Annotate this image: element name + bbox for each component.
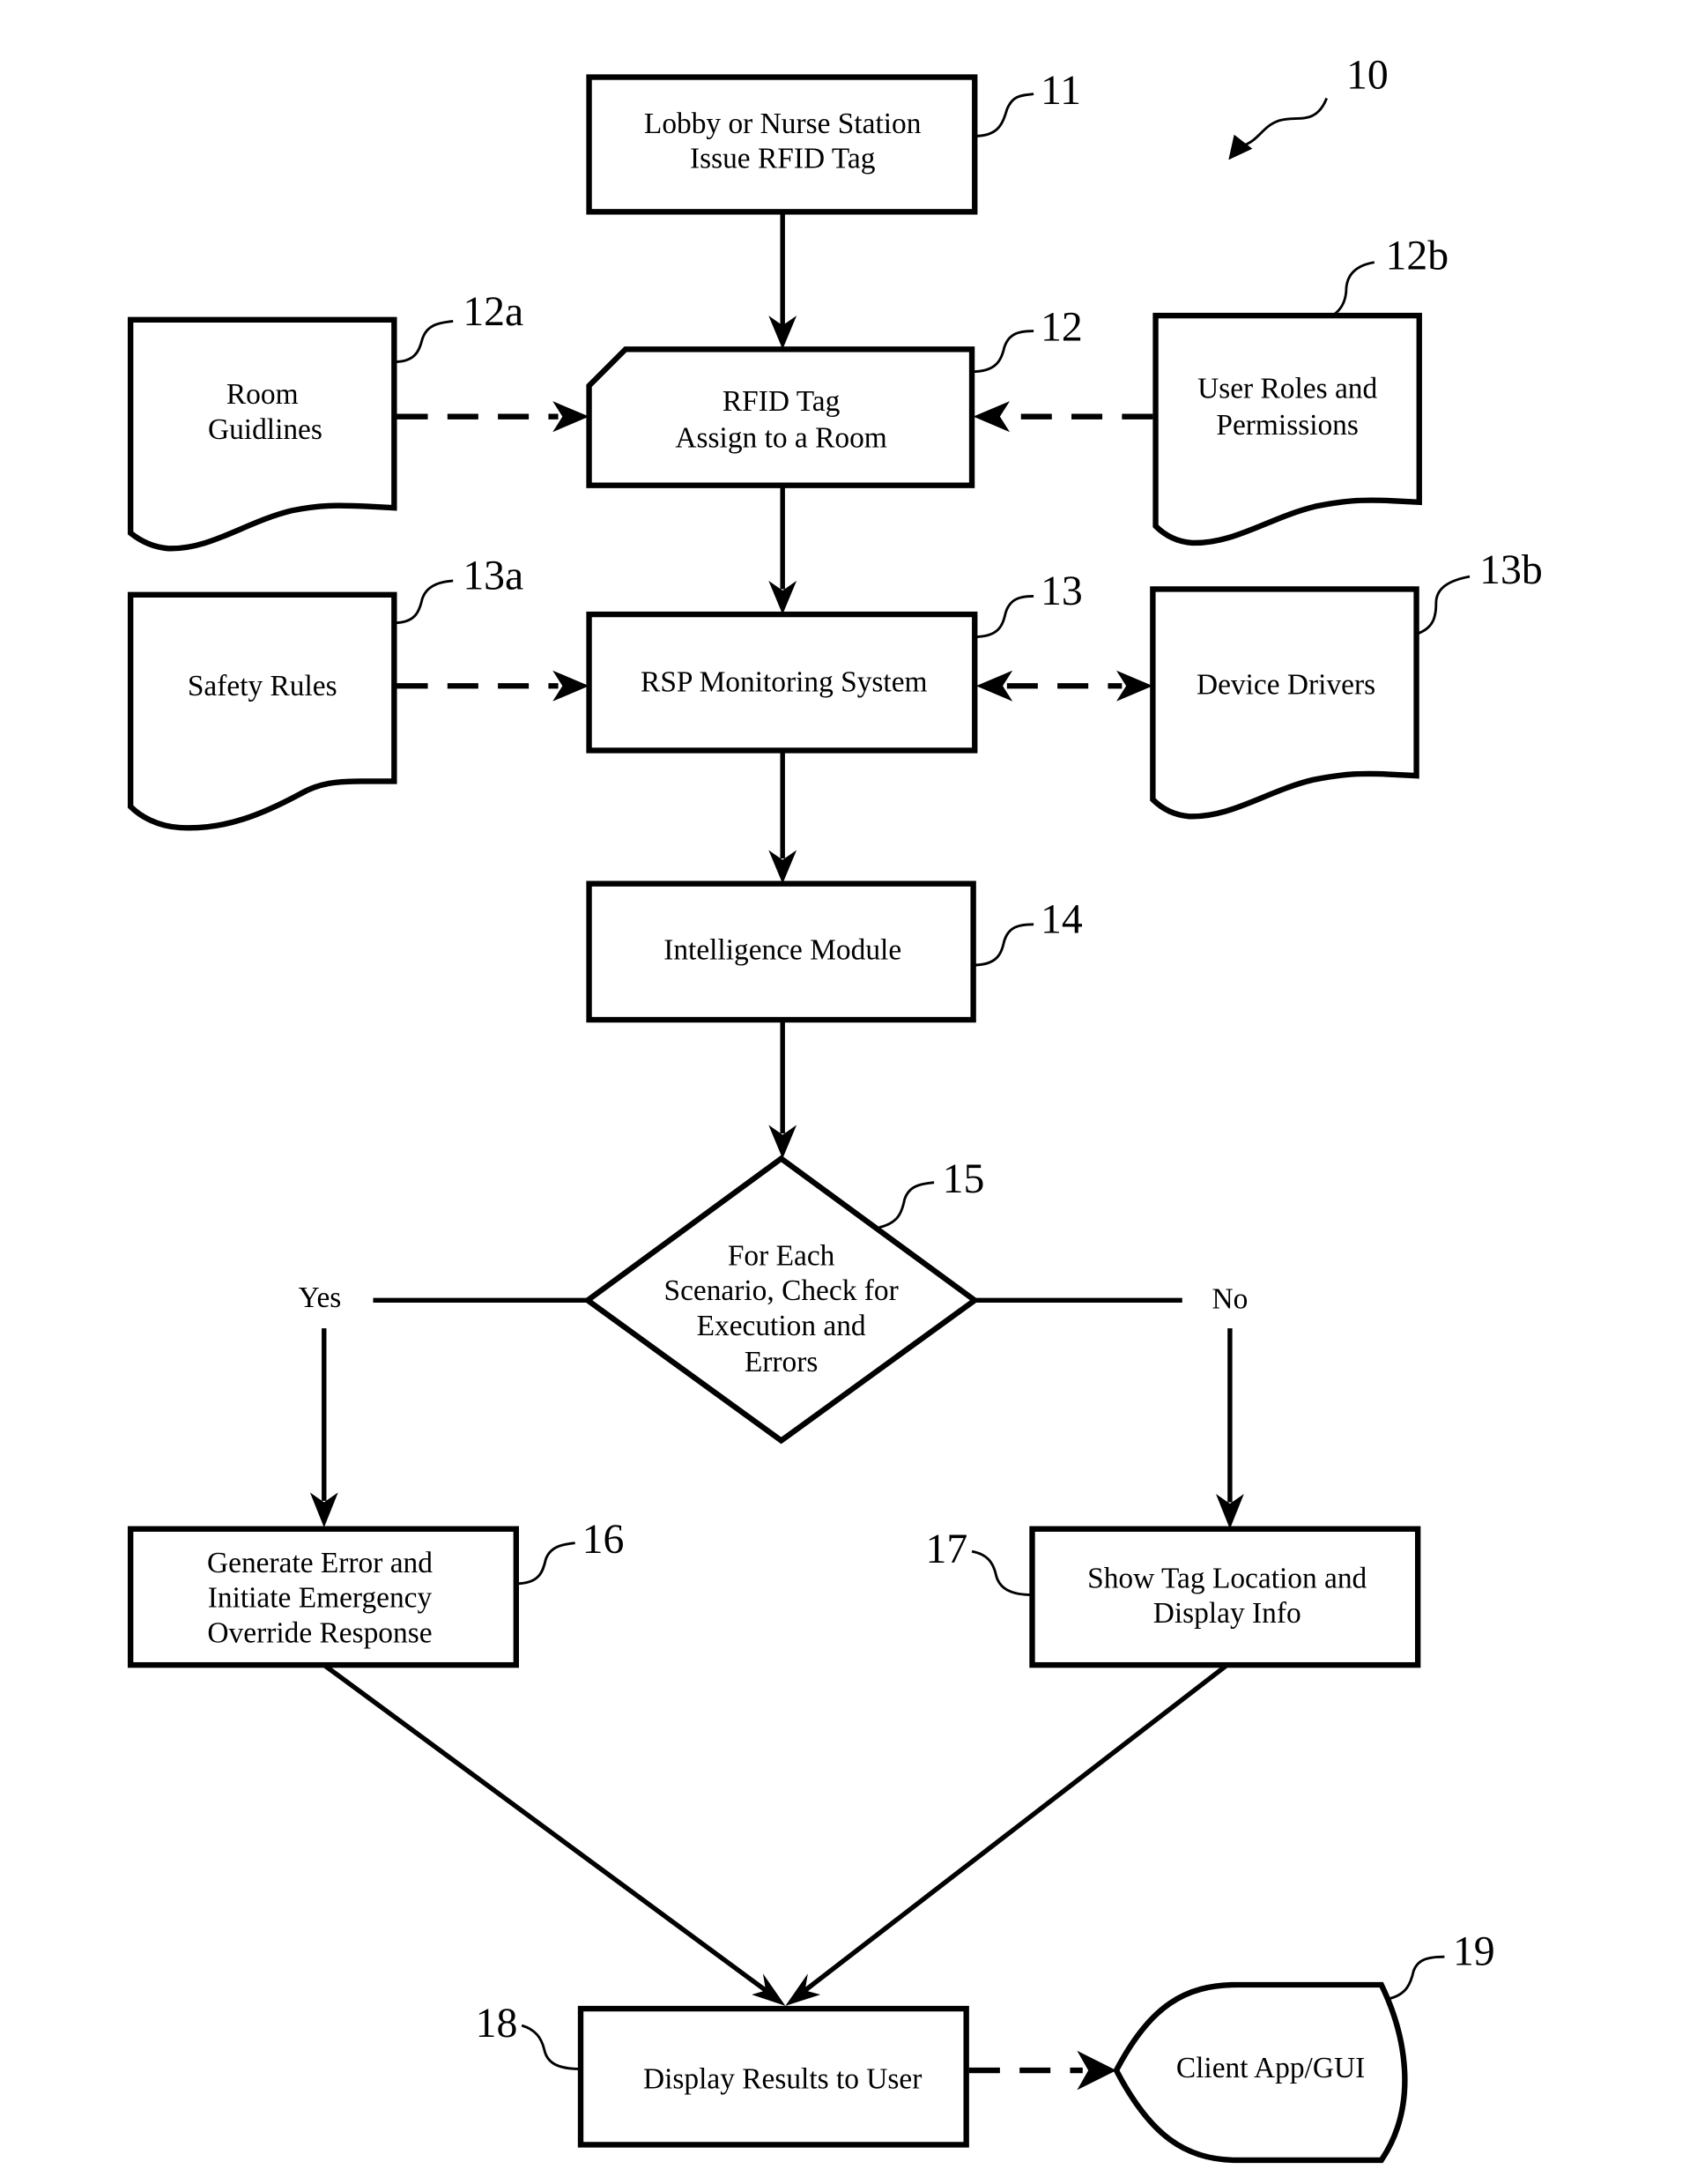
edge-13a-to-13 <box>396 670 589 702</box>
figure-ref-arrowhead <box>1228 134 1253 160</box>
node-text-line: Assign to a Room <box>675 421 886 454</box>
ref-label-15: 15 <box>943 1155 985 1202</box>
node-text-line: Permissions <box>1216 409 1359 442</box>
ref-leader <box>1331 261 1375 317</box>
node-18-display-results: Display Results to User 18 <box>476 2000 969 2148</box>
figure-reference-10: 10 <box>1228 51 1389 160</box>
node-16-generate-error: Generate Error and Initiate Emergency Ov… <box>127 1516 625 1668</box>
arrowhead <box>752 1973 786 2006</box>
node-text-line: Room <box>226 378 299 411</box>
node-text-line: User Roles and <box>1197 373 1377 405</box>
node-text-line: Display Info <box>1153 1597 1301 1630</box>
node-11-lobby-issue-tag: Lobby or Nurse Station Issue RFID Tag 11 <box>586 67 1081 215</box>
ref-leader <box>515 1541 575 1586</box>
ref-label-11: 11 <box>1041 67 1081 114</box>
arrowhead <box>785 1973 821 2006</box>
edge-13-to-13b-bidirectional <box>975 670 1153 702</box>
node-text-line: Override Response <box>207 1616 432 1649</box>
node-text-line: Generate Error and <box>207 1547 433 1579</box>
edge-15-to-17-no: No <box>974 1283 1248 1529</box>
edge-12a-to-12 <box>396 401 589 433</box>
node-text-line: Errors <box>745 1346 818 1378</box>
node-text-line: Scenario, Check for <box>663 1274 898 1307</box>
node-15-decision: For Each Scenario, Check for Execution a… <box>582 1155 985 1445</box>
edge-11-to-12 <box>768 212 797 350</box>
ref-label-18: 18 <box>476 2000 518 2047</box>
node-13b-device-drivers: Device Drivers 13b <box>1150 546 1543 820</box>
node-text-line: Guidlines <box>208 413 322 446</box>
ref-leader <box>394 320 454 364</box>
node-text-line: Lobby or Nurse Station <box>644 108 922 140</box>
edge-12-to-13 <box>768 485 797 615</box>
ref-label-13a: 13a <box>463 552 523 598</box>
edge-16-to-18 <box>322 1662 786 2006</box>
ref-leader <box>974 93 1034 137</box>
ref-label-12: 12 <box>1041 304 1083 351</box>
ref-leader <box>878 1181 935 1229</box>
ref-leader <box>974 594 1034 638</box>
document-shape <box>127 591 397 831</box>
document-shape <box>1150 586 1419 820</box>
node-12b-user-roles: User Roles and Permissions 12b <box>1152 233 1449 546</box>
edge-18-to-19 <box>968 2050 1116 2091</box>
ref-label-13b: 13b <box>1479 546 1543 593</box>
node-12-rfid-assign-room: RFID Tag Assign to a Room 12 <box>586 304 1083 488</box>
flowchart-figure: 10 Lobby or Nurse Station Issue RFID Tag… <box>127 51 1543 2164</box>
ref-leader <box>972 330 1034 374</box>
ref-label-12b: 12b <box>1386 233 1449 279</box>
node-text-line: Safety Rules <box>188 670 337 702</box>
ref-leader <box>1388 1955 1445 2001</box>
node-text-line: Display Results to User <box>643 2062 922 2095</box>
ref-label-12a: 12a <box>463 288 523 335</box>
node-19-client-app: Client App/GUI 19 <box>1113 1928 1495 2164</box>
ref-label-16: 16 <box>582 1516 625 1563</box>
ref-label-17: 17 <box>926 1526 968 1572</box>
node-17-show-tag-location: Show Tag Location and Display Info 17 <box>926 1526 1421 1668</box>
ref-leader <box>394 579 454 625</box>
ref-leader <box>973 923 1034 967</box>
node-text-line: RFID Tag <box>723 385 841 418</box>
arrowhead <box>1077 2050 1116 2091</box>
branch-label-yes: Yes <box>299 1281 342 1314</box>
ref-label-19: 19 <box>1453 1928 1495 1975</box>
figure-ref-squiggle <box>1241 97 1329 147</box>
ref-leader <box>521 2024 582 2070</box>
edge-17-to-18 <box>785 1662 1229 2006</box>
edge-13-to-14 <box>768 750 797 884</box>
node-14-intelligence-module: Intelligence Module 14 <box>586 880 1083 1023</box>
node-text-line: Execution and <box>697 1310 866 1342</box>
node-text-line: Intelligence Module <box>663 933 901 966</box>
node-text-line: Client App/GUI <box>1176 2052 1365 2084</box>
branch-label-no: No <box>1212 1283 1248 1316</box>
ref-leader <box>1416 575 1471 635</box>
edge-12b-to-12 <box>973 401 1153 433</box>
node-text-line: Issue RFID Tag <box>690 143 876 175</box>
node-text-line: RSP Monitoring System <box>641 665 927 698</box>
node-text-line: Device Drivers <box>1197 669 1375 702</box>
node-text-line: Initiate Emergency <box>208 1582 433 1615</box>
arrowhead <box>973 401 1011 433</box>
node-text-line: For Each <box>728 1239 835 1272</box>
node-text-line: Show Tag Location and <box>1087 1562 1367 1594</box>
ref-label-14: 14 <box>1041 895 1083 942</box>
edge-14-to-15 <box>768 1020 797 1159</box>
ref-label-13: 13 <box>1041 568 1083 614</box>
node-13-rsp-monitoring: RSP Monitoring System 13 <box>586 568 1083 754</box>
node-13a-safety-rules: Safety Rules 13a <box>127 552 523 831</box>
ref-leader <box>971 1549 1033 1596</box>
edge-15-to-16-yes: Yes <box>299 1281 588 1528</box>
figure-ref-label: 10 <box>1346 51 1389 98</box>
